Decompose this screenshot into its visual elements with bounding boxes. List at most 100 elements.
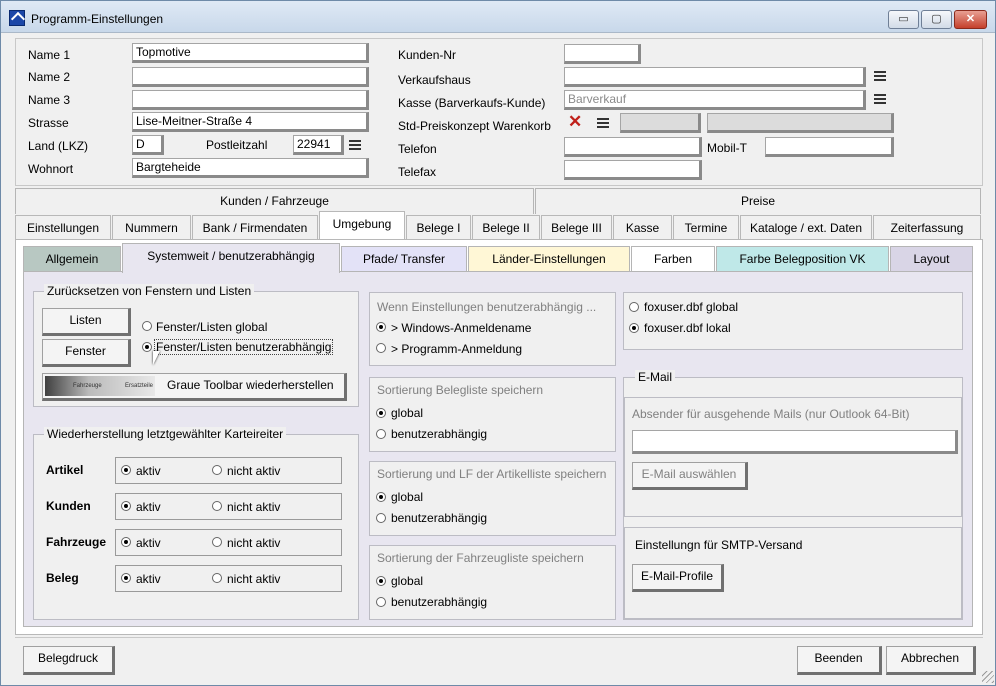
abbrechen-button[interactable]: Abbrechen [886, 646, 976, 675]
name2-label: Name 2 [28, 70, 71, 84]
listen-button[interactable]: Listen [42, 308, 131, 336]
label-artikel-aktiv: aktiv [136, 464, 161, 478]
tab-kataloge[interactable]: Kataloge / ext. Daten [740, 215, 872, 241]
label-belegliste-global: global [391, 406, 424, 420]
benutzerabh-title: Wenn Einstellungen benutzerabhängig ... [377, 300, 597, 314]
label-foxuser-global: foxuser.dbf global [644, 300, 739, 314]
verkaufshaus-input[interactable] [564, 67, 866, 87]
beenden-button[interactable]: Beenden [797, 646, 882, 675]
label-windows-anmeldename: > Windows-Anmeldename [391, 321, 532, 335]
belegliste-title: Sortierung Belegliste speichern [377, 383, 544, 397]
plz-input[interactable]: 22941 [293, 135, 344, 155]
footer-divider [15, 637, 983, 638]
maximize-icon: ▢ [931, 13, 942, 25]
kasse-label: Kasse (Barverkaufs-Kunde) [398, 96, 546, 110]
restore-toolbar-button[interactable]: Fahrzeuge Ersatzteile Graue Toolbar wied… [42, 373, 347, 401]
radio-fahrzeugliste-global[interactable] [376, 576, 386, 586]
plz-label: Postleitzahl [206, 138, 268, 152]
email-profile-button[interactable]: E-Mail-Profile [632, 564, 724, 592]
tab-belege2[interactable]: Belege II [472, 215, 540, 241]
radio-windows-anmeldename[interactable] [376, 322, 386, 332]
radio-kunden-aktiv[interactable] [121, 501, 131, 511]
radio-fahrzeuge-nicht[interactable] [212, 537, 222, 547]
kundennr-label: Kunden-Nr [398, 48, 457, 62]
strasse-label: Strasse [28, 116, 69, 130]
plz-list-icon[interactable] [349, 140, 361, 150]
tab-bank[interactable]: Bank / Firmendaten [192, 215, 318, 241]
fahrzeugliste-title: Sortierung der Fahrzeugliste speichern [377, 551, 584, 565]
email-select-button[interactable]: E-Mail auswählen [632, 462, 748, 490]
clear-x-icon[interactable]: ✕ [568, 113, 582, 131]
tab-zeiterfassung[interactable]: Zeiterfassung [873, 215, 981, 241]
tab-umgebung[interactable]: Umgebung [319, 211, 405, 239]
minimize-icon: ▭ [898, 13, 909, 25]
grouptab-preise[interactable]: Preise [535, 188, 981, 214]
radio-artikel-nicht[interactable] [212, 465, 222, 475]
radio-artikelliste-user[interactable] [376, 513, 386, 523]
radio-artikelliste-global[interactable] [376, 492, 386, 502]
preiskonzept-input[interactable] [620, 113, 701, 133]
toolbar-preview-fahrzeuge: Fahrzeuge [73, 383, 102, 389]
subtab-pfade[interactable]: Pfade/ Transfer [341, 246, 467, 272]
absender-label: Absender für ausgehende Mails (nur Outlo… [632, 407, 910, 421]
tab-termine[interactable]: Termine [673, 215, 739, 241]
preiskonzept-list-icon[interactable] [597, 118, 609, 128]
radio-listen-user[interactable] [142, 342, 152, 352]
close-icon: ✕ [965, 13, 976, 25]
wohnort-input[interactable]: Bargteheide [132, 158, 369, 178]
kundennr-input[interactable] [564, 44, 641, 64]
subtab-laender[interactable]: Länder-Einstellungen [468, 246, 630, 272]
subtab-farben[interactable]: Farben [631, 246, 715, 272]
tab-einstellungen[interactable]: Einstellungen [15, 215, 111, 241]
telefon-label: Telefon [398, 142, 437, 156]
radio-fahrzeuge-aktiv[interactable] [121, 537, 131, 547]
email-group-title: E-Mail [635, 370, 676, 384]
radio-belegliste-global[interactable] [376, 408, 386, 418]
name2-input[interactable] [132, 67, 369, 87]
subtab-layout[interactable]: Layout [890, 246, 973, 272]
telefon-input[interactable] [564, 137, 702, 157]
label-beleg-aktiv: aktiv [136, 572, 161, 586]
subtab-systemweit[interactable]: Systemweit / benutzerabhängig [122, 243, 340, 273]
telefax-input[interactable] [564, 160, 702, 180]
kasse-list-icon[interactable] [874, 94, 886, 104]
label-programm-anmeldung: > Programm-Anmeldung [391, 342, 523, 356]
radio-beleg-aktiv[interactable] [121, 573, 131, 583]
subtab-allgemein[interactable]: Allgemein [23, 246, 121, 272]
minimize-button[interactable]: ▭ [888, 10, 919, 29]
resize-grip-icon[interactable] [982, 671, 994, 683]
mouse-cursor-icon [153, 351, 160, 365]
absender-input[interactable] [632, 430, 958, 454]
name3-input[interactable] [132, 90, 369, 110]
radio-foxuser-global[interactable] [629, 302, 639, 312]
radio-beleg-nicht[interactable] [212, 573, 222, 583]
grouptab-kunden[interactable]: Kunden / Fahrzeuge [15, 188, 534, 214]
close-button[interactable]: ✕ [954, 10, 987, 29]
label-fahrzeuge-nicht: nicht aktiv [227, 536, 281, 550]
tab-belege3[interactable]: Belege III [541, 215, 612, 241]
radio-belegliste-user[interactable] [376, 429, 386, 439]
radio-foxuser-lokal[interactable] [629, 323, 639, 333]
land-input[interactable]: D [132, 135, 164, 155]
tab-belege1[interactable]: Belege I [406, 215, 471, 241]
fenster-button[interactable]: Fenster [42, 339, 131, 367]
mobil-input[interactable] [765, 137, 894, 157]
label-listen-user: Fenster/Listen benutzerabhängig [154, 339, 334, 355]
preiskonzept-label: Std-Preiskonzept Warenkorb [398, 119, 551, 133]
radio-kunden-nicht[interactable] [212, 501, 222, 511]
tab-kasse[interactable]: Kasse [613, 215, 672, 241]
name1-input[interactable]: Topmotive [132, 43, 369, 63]
tab-nummern[interactable]: Nummern [112, 215, 191, 241]
radio-artikel-aktiv[interactable] [121, 465, 131, 475]
kasse-input[interactable]: Barverkauf [564, 90, 866, 110]
subtab-farbe-beleg[interactable]: Farbe Belegposition VK [716, 246, 889, 272]
belegdruck-button[interactable]: Belegdruck [23, 646, 115, 675]
label-beleg-nicht: nicht aktiv [227, 572, 281, 586]
strasse-input[interactable]: Lise-Meitner-Straße 4 [132, 112, 369, 132]
verkaufshaus-list-icon[interactable] [874, 71, 886, 81]
name3-label: Name 3 [28, 93, 71, 107]
radio-programm-anmeldung[interactable] [376, 343, 386, 353]
radio-fahrzeugliste-user[interactable] [376, 597, 386, 607]
maximize-button[interactable]: ▢ [921, 10, 952, 29]
radio-listen-global[interactable] [142, 321, 152, 331]
